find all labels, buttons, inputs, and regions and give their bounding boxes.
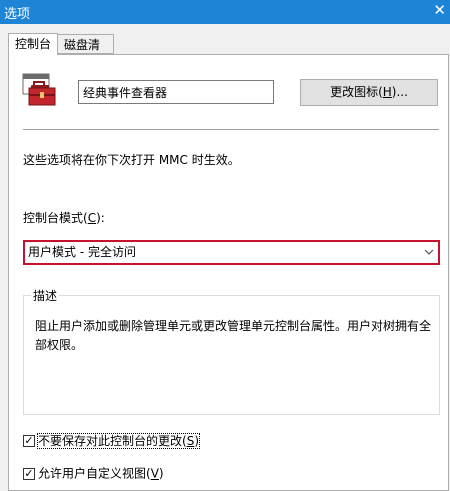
description-text: 阻止用户添加或删除管理单元或更改管理单元控制台属性。用户对树拥有全部权限。: [35, 319, 432, 352]
console-mode-selected: 用户模式 - 完全访问: [28, 245, 136, 259]
console-tab-panel: 更改图标(H)... 这些选项将在你下次打开 MMC 时生效。 控制台模式(C)…: [8, 54, 449, 491]
description-title: 描述: [31, 287, 60, 304]
allow-custom-view-label: 允许用户自定义视图(V): [38, 466, 164, 481]
allow-custom-view-checkbox[interactable]: ✓ 允许用户自定义视图(V): [23, 465, 164, 481]
description-groupbox: [23, 295, 440, 415]
info-text: 这些选项将在你下次打开 MMC 时生效。: [23, 153, 240, 167]
console-mode-select[interactable]: 用户模式 - 完全访问: [23, 240, 440, 265]
tab-console[interactable]: 控制台: [8, 33, 58, 55]
change-icon-suffix: )...: [391, 85, 408, 99]
change-icon-accelerator: H: [382, 85, 392, 99]
toolbox-icon: [22, 73, 56, 106]
no-save-changes-label: 不要保存对此控制台的更改(S): [37, 432, 200, 449]
separator: [23, 129, 439, 130]
change-icon-button[interactable]: 更改图标(H)...: [300, 79, 438, 106]
no-save-changes-checkbox[interactable]: ✓ 不要保存对此控制台的更改(S): [23, 432, 200, 449]
check-icon[interactable]: ✓: [23, 467, 35, 480]
title-bar: 选项 ✕: [0, 0, 450, 24]
console-mode-label-suffix: ):: [96, 211, 105, 225]
dialog-body: 控制台 磁盘清理 更改图标(H)... 这些选项将在你下次打开 MMC 时生效。…: [0, 24, 450, 491]
check-icon[interactable]: ✓: [23, 434, 35, 447]
console-name-input[interactable]: [78, 80, 274, 104]
change-icon-label: 更改图标: [330, 85, 379, 99]
tab-disk-cleanup[interactable]: 磁盘清理: [57, 34, 114, 72]
console-mode-accelerator: C: [87, 211, 97, 225]
console-mode-label: 控制台模式(C):: [23, 209, 105, 226]
console-mode-label-prefix: 控制台模式(: [23, 211, 88, 225]
chevron-down-icon[interactable]: [424, 242, 434, 270]
window-title: 选项: [4, 7, 31, 22]
close-icon[interactable]: ✕: [433, 1, 446, 19]
